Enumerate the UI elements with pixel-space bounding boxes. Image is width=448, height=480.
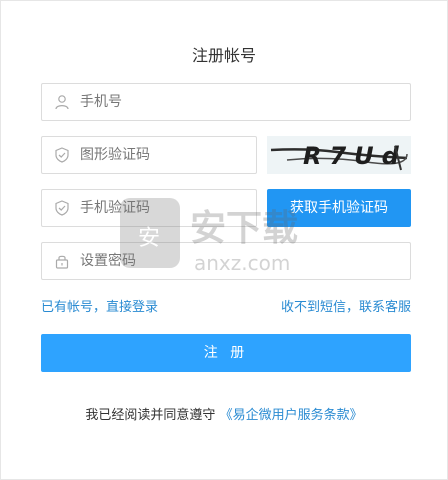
phone-field-box <box>41 83 411 121</box>
terms-link[interactable]: 《易企微用户服务条款》 <box>220 408 363 423</box>
shield-check-icon <box>55 200 69 216</box>
captcha-image[interactable]: R7Ud <box>267 136 411 174</box>
login-link[interactable]: 已有帐号，直接登录 <box>41 296 158 315</box>
register-button[interactable]: 注 册 <box>41 334 411 372</box>
sms-field-box <box>41 189 257 227</box>
password-field-box <box>41 242 411 280</box>
captcha-field-box <box>41 136 257 174</box>
captcha-text: R7Ud <box>303 142 407 170</box>
phone-input[interactable] <box>80 84 400 120</box>
agreement-prefix: 我已经阅读并同意遵守 <box>85 408 216 423</box>
agreement-text: 我已经阅读并同意遵守 《易企微用户服务条款》 <box>0 404 448 423</box>
shield-check-icon <box>55 147 69 163</box>
page-title: 注册帐号 <box>191 46 256 65</box>
sms-code-input[interactable] <box>80 190 246 226</box>
captcha-input[interactable] <box>80 137 246 173</box>
user-icon <box>55 95 69 110</box>
contact-support-link[interactable]: 收不到短信，联系客服 <box>281 296 411 315</box>
lock-icon <box>55 255 69 269</box>
password-input[interactable] <box>80 243 400 279</box>
get-sms-code-button[interactable]: 获取手机验证码 <box>267 189 411 227</box>
